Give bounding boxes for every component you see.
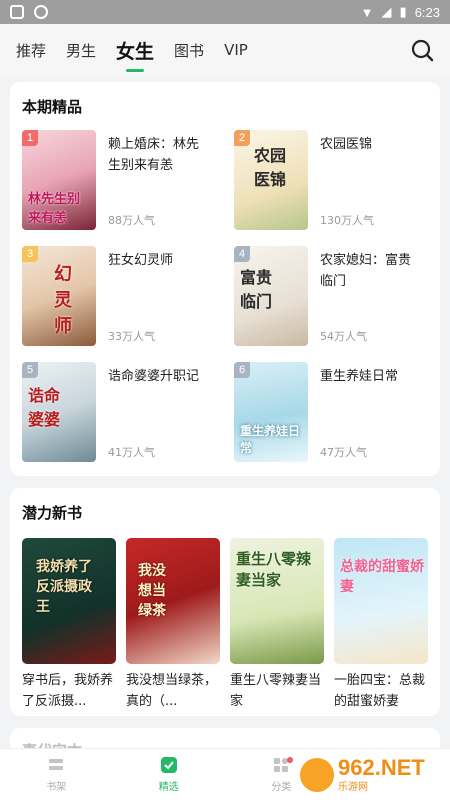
nav-bookshelf[interactable]: 书架 (0, 749, 113, 800)
nav-label: 分类 (271, 782, 292, 793)
bookshelf-icon (49, 759, 64, 770)
section-title: 本期精品 (22, 98, 83, 116)
book-cover: 我娇养了反派摄政王 (22, 538, 116, 664)
status-bar: ▼ ◢ ▮ 6:23 (0, 0, 450, 24)
book-cover: 重生八零辣妻当家 (230, 538, 324, 664)
nav-featured[interactable]: 精选 (113, 749, 226, 800)
nav-label: 书架 (46, 782, 67, 793)
watermark: 962.NET 乐游网 (300, 754, 442, 796)
book-item[interactable]: 我没想当绿茶 我没想当绿茶，真的（... (126, 538, 220, 712)
book-cover: 5 诰命婆婆 (22, 362, 96, 462)
signal-icon: ◢ (381, 4, 392, 19)
cover-text: 我娇养了反派摄政王 (36, 559, 92, 615)
book-cover: 3 幻灵师 (22, 246, 96, 346)
rank-badge: 3 (22, 246, 38, 262)
book-title: 赖上婚床：林先生别来有恙 (108, 137, 200, 173)
sync-icon (34, 5, 48, 19)
book-cover: 2 农园医锦 (234, 130, 308, 230)
book-title: 农家媳妇：富贵临门 (320, 253, 412, 289)
book-item[interactable]: 我娇养了反派摄政王 穿书后，我娇养了反派摄... (22, 538, 116, 712)
category-tabs: 推荐 男生 女生 图书 VIP (0, 24, 450, 76)
notification-dot (287, 757, 293, 763)
book-title: 农园医锦 (320, 137, 373, 152)
book-title: 重生养娃日常 (320, 369, 399, 384)
book-item[interactable]: 3 幻灵师 狂女幻灵师 33万人气 (10, 246, 220, 346)
book-title: 我没想当绿茶，真的（... (126, 673, 218, 709)
book-cover: 我没想当绿茶 (126, 538, 220, 664)
book-popularity: 47万人气 (320, 446, 367, 459)
book-item[interactable]: 1 林先生别来有恙 赖上婚床：林先生别来有恙 88万人气 (10, 130, 220, 230)
search-icon[interactable] (410, 38, 434, 62)
cover-text: 诰命婆婆 (28, 386, 61, 429)
book-title: 穿书后，我娇养了反派摄... (22, 673, 114, 709)
book-item[interactable]: 总裁的甜蜜娇妻 一胎四宝：总裁的甜蜜娇妻 (334, 538, 428, 712)
book-cover: 总裁的甜蜜娇妻 (334, 538, 428, 664)
wifi-icon: ▼ (360, 4, 374, 20)
cover-text: 富贵临门 (240, 268, 273, 311)
book-item[interactable]: 4 富贵临门 农家媳妇：富贵临门 54万人气 (222, 246, 432, 346)
bottom-nav: 书架 精选 分类 962.NET 乐游网 (0, 748, 450, 800)
tab-books[interactable]: 图书 (174, 40, 204, 61)
cover-text: 重生养娃日常 (240, 424, 301, 455)
tab-female[interactable]: 女生 (116, 37, 154, 64)
tab-recommend[interactable]: 推荐 (16, 40, 46, 61)
cover-text: 幻灵师 (54, 264, 72, 337)
book-popularity: 88万人气 (108, 214, 155, 227)
cover-text: 林先生别来有恙 (28, 192, 81, 226)
section-title: 潜力新书 (22, 504, 83, 522)
featured-section: 本期精品 1 林先生别来有恙 赖上婚床：林先生别来有恙 88万人气 2 农园医锦… (10, 82, 440, 476)
book-popularity: 41万人气 (108, 446, 155, 459)
book-item[interactable]: 2 农园医锦 农园医锦 130万人气 (222, 130, 432, 230)
book-title: 重生八零辣妻当家 (230, 673, 322, 709)
book-cover: 4 富贵临门 (234, 246, 308, 346)
book-title: 狂女幻灵师 (108, 253, 174, 268)
nav-label: 精选 (158, 782, 179, 793)
tab-vip[interactable]: VIP (224, 41, 248, 59)
rank-badge: 1 (22, 130, 38, 146)
battery-icon: ▮ (399, 4, 407, 19)
rank-badge: 5 (22, 362, 38, 378)
watermark-text: 962.NET (338, 754, 425, 780)
cover-text: 我没想当绿茶 (138, 563, 166, 619)
book-popularity: 130万人气 (320, 214, 374, 227)
rank-badge: 6 (234, 362, 250, 378)
cover-text: 农园医锦 (254, 146, 287, 189)
featured-icon (160, 757, 177, 773)
book-title: 一胎四宝：总裁的甜蜜娇妻 (334, 673, 426, 709)
book-title: 诰命婆婆升职记 (108, 369, 200, 384)
cover-text: 总裁的甜蜜娇妻 (340, 559, 424, 595)
rank-badge: 2 (234, 130, 250, 146)
book-item[interactable]: 6 重生养娃日常 重生养娃日常 47万人气 (222, 362, 432, 462)
book-item[interactable]: 重生八零辣妻当家 重生八零辣妻当家 (230, 538, 324, 712)
book-popularity: 33万人气 (108, 330, 155, 343)
rank-badge: 4 (234, 246, 250, 262)
book-cover: 1 林先生别来有恙 (22, 130, 96, 230)
watermark-logo-icon (300, 758, 334, 792)
cover-text: 重生八零辣妻当家 (236, 550, 312, 589)
book-popularity: 54万人气 (320, 330, 367, 343)
notification-icon (10, 5, 24, 19)
book-cover: 6 重生养娃日常 (234, 362, 308, 462)
status-time: 6:23 (414, 4, 440, 20)
tab-male[interactable]: 男生 (66, 40, 96, 61)
watermark-subtext: 乐游网 (338, 781, 368, 793)
book-item[interactable]: 5 诰命婆婆 诰命婆婆升职记 41万人气 (10, 362, 220, 462)
new-books-section: 潜力新书 我娇养了反派摄政王 穿书后，我娇养了反派摄... 我没想当绿茶 我没想… (10, 488, 440, 716)
